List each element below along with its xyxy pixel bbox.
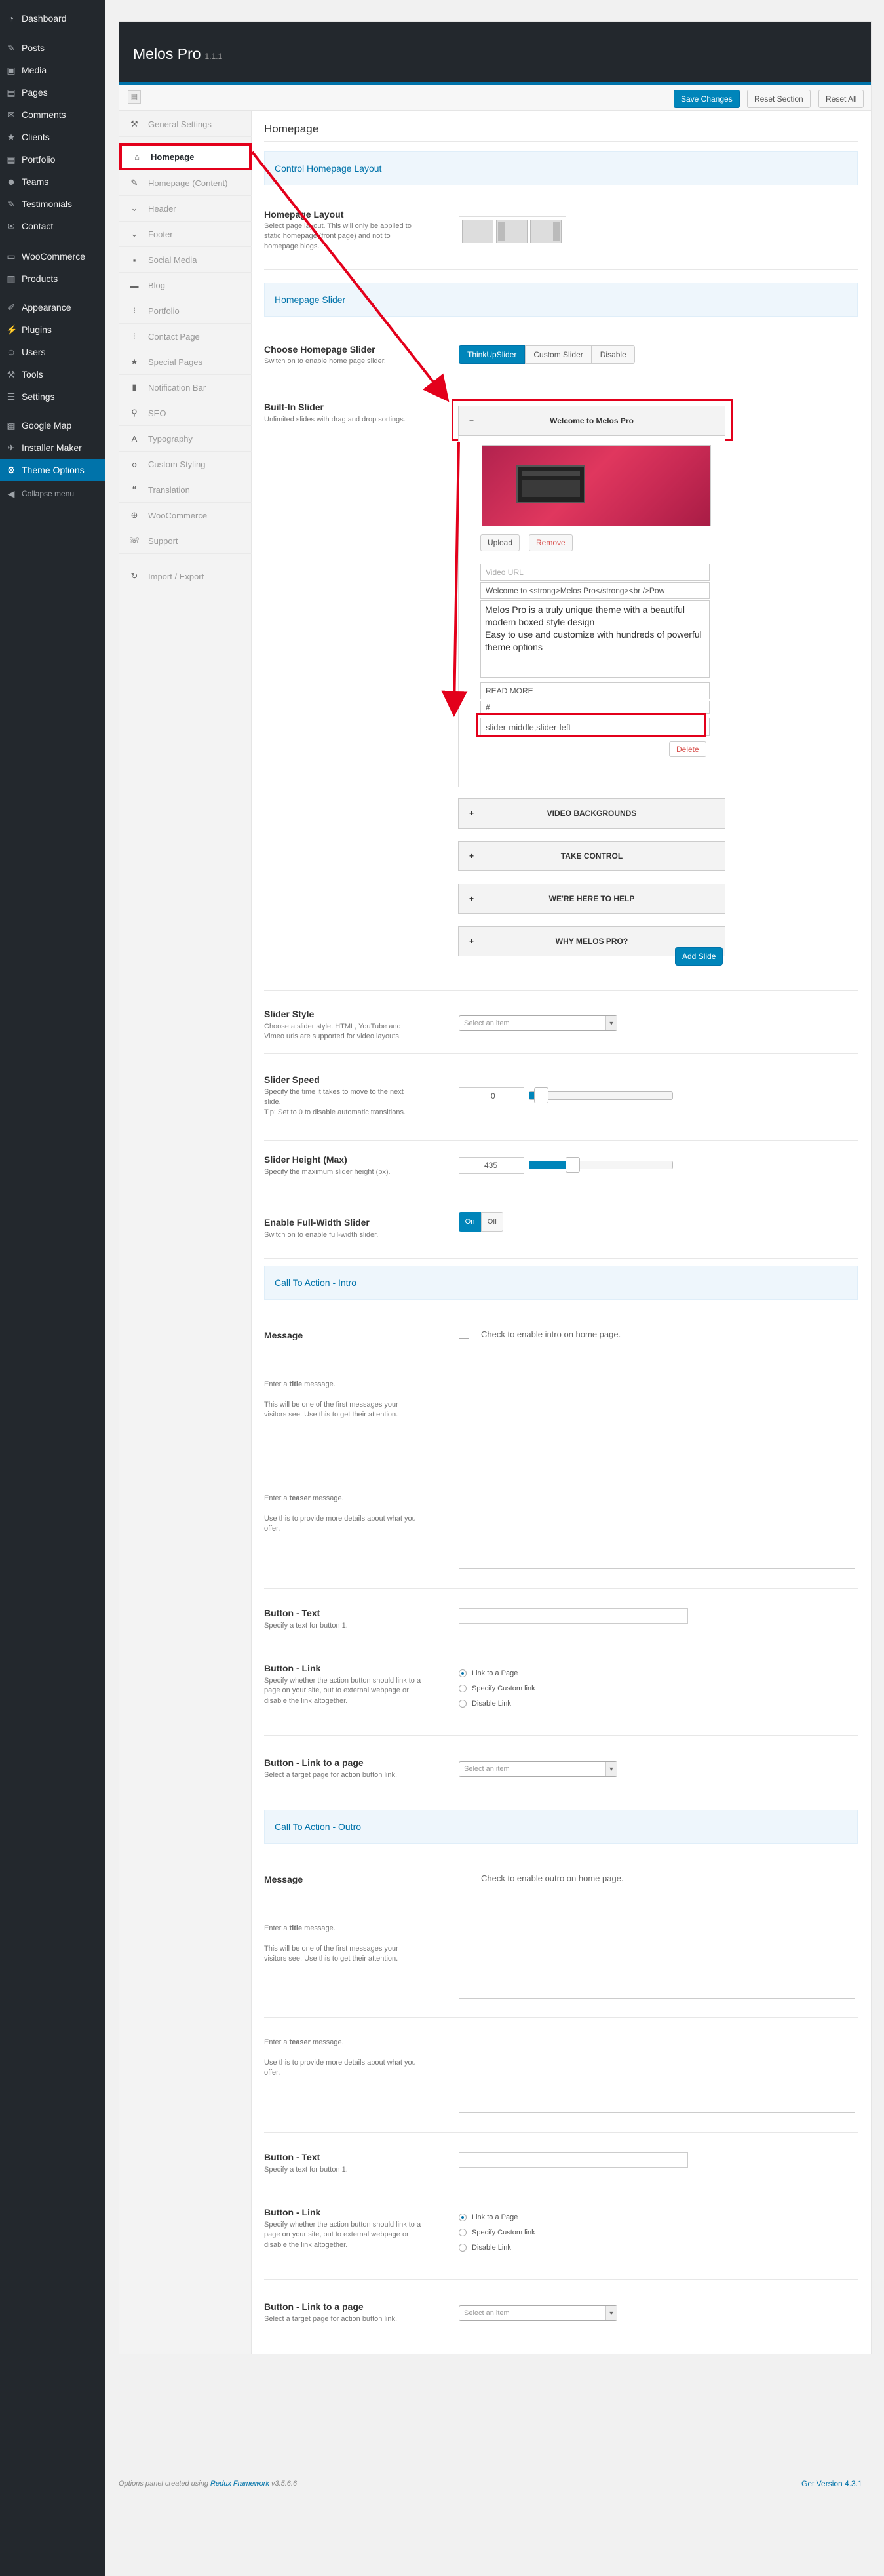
arrow-homepage-to-slide [251, 151, 450, 402]
arrow-slide-to-class [441, 441, 468, 717]
annotation-arrows [251, 151, 468, 717]
